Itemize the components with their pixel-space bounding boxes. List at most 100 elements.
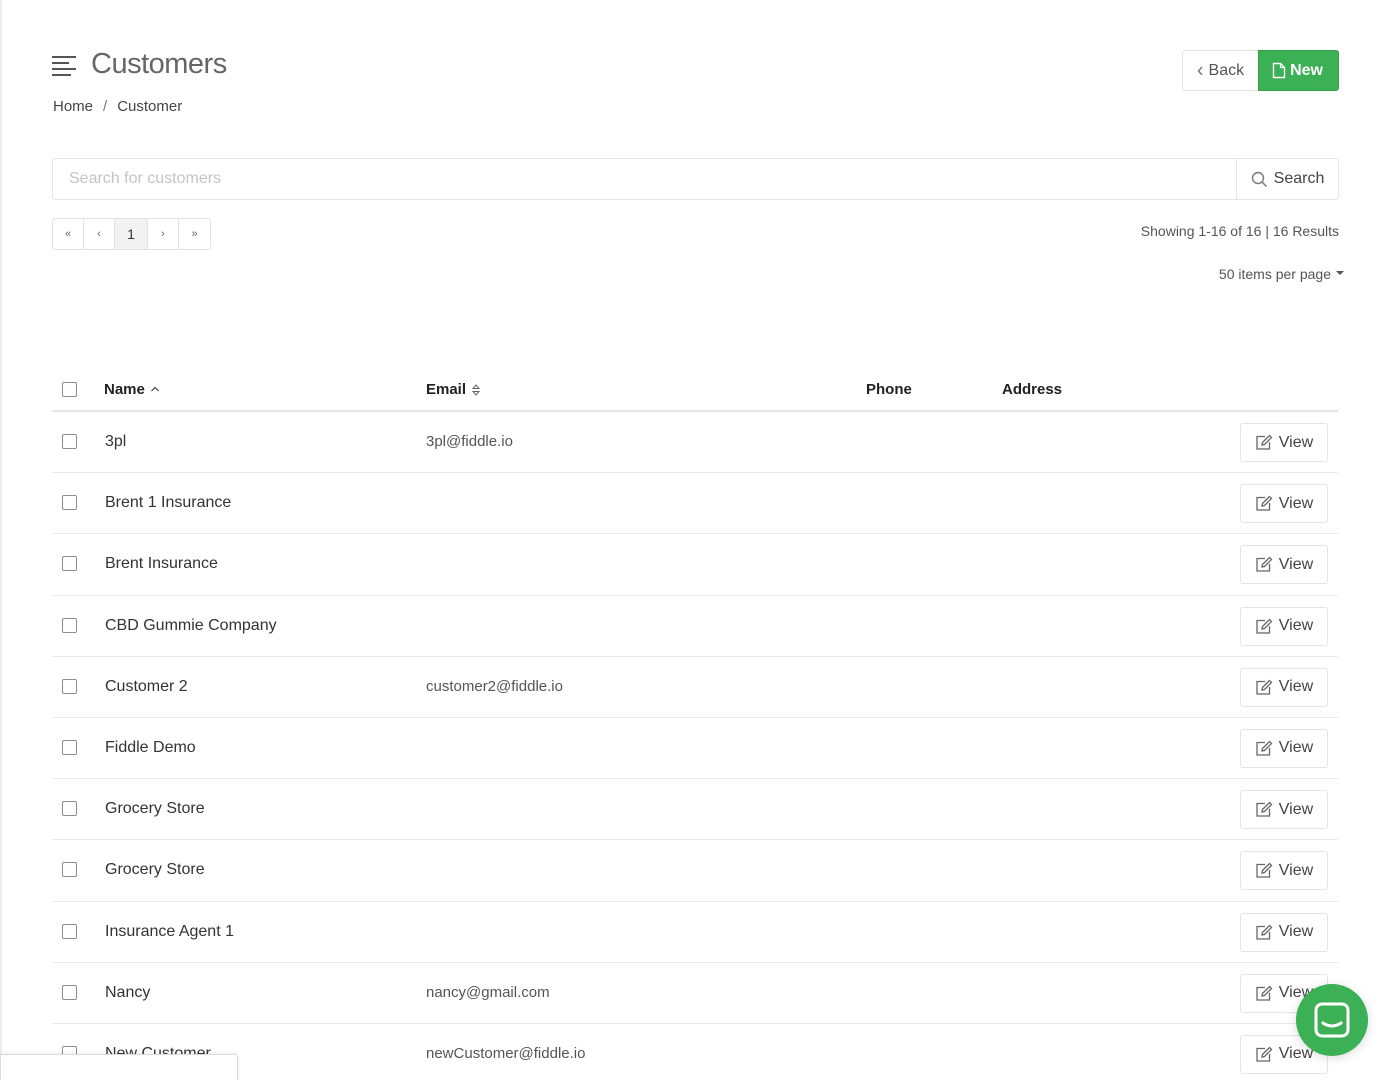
search-input[interactable] xyxy=(53,159,1236,199)
edit-icon xyxy=(1256,434,1273,450)
column-header-address: Address xyxy=(1002,381,1062,398)
prev-page-button[interactable]: ‹ xyxy=(84,219,115,249)
new-button-label: New xyxy=(1290,61,1323,79)
new-button[interactable]: New xyxy=(1258,50,1339,91)
view-button[interactable]: View xyxy=(1240,912,1328,952)
table-row: Nancy nancy@gmail.com View xyxy=(52,963,1338,1024)
table-row: Customer 2 customer2@fiddle.io View xyxy=(52,657,1338,718)
column-header-email[interactable]: Email xyxy=(426,381,481,398)
row-checkbox[interactable] xyxy=(62,434,77,449)
breadcrumb-current: Customer xyxy=(117,98,183,115)
search-bar: Search xyxy=(52,158,1339,200)
view-button-label: View xyxy=(1278,800,1314,818)
view-button[interactable]: View xyxy=(1240,851,1328,891)
view-button-label: View xyxy=(1278,617,1314,635)
breadcrumb: Home / Customer xyxy=(53,98,182,115)
view-button-label: View xyxy=(1278,923,1314,940)
items-per-page-label: 50 items per page xyxy=(1218,266,1331,282)
chevron-left-icon xyxy=(1197,66,1203,75)
table-row: CBD Gummie Company View xyxy=(52,596,1338,657)
customer-email: customer2@fiddle.io xyxy=(426,677,563,695)
edit-icon xyxy=(1256,924,1273,940)
next-page-button[interactable]: › xyxy=(148,219,179,249)
row-checkbox[interactable] xyxy=(62,739,77,755)
chat-launcher-button[interactable] xyxy=(1296,984,1368,1056)
edit-icon xyxy=(1256,740,1273,756)
customer-name: Grocery Store xyxy=(105,861,205,879)
view-button[interactable]: View xyxy=(1240,423,1328,462)
top-actions: Back New xyxy=(1181,50,1339,91)
column-email-label: Email xyxy=(426,381,467,398)
table-row: New CustomernewCustomer@fiddle.ioView xyxy=(52,1024,1338,1080)
table-body: 3pl 3pl@fiddle.io View Brent 1 Insurance Vie… xyxy=(52,412,1338,1080)
edit-icon xyxy=(1256,679,1273,695)
column-header-phone: Phone xyxy=(866,381,912,398)
view-button[interactable]: View xyxy=(1240,790,1328,830)
view-button-label: View xyxy=(1278,678,1314,696)
customer-name: Fiddle Demo xyxy=(105,738,196,756)
customer-name: Grocery Store xyxy=(105,800,205,818)
row-checkbox[interactable] xyxy=(62,923,77,939)
customer-email: newCustomer@fiddle.io xyxy=(426,1044,586,1062)
table-row: Brent 1 Insurance View xyxy=(52,473,1338,535)
customer-email: 3pl@fiddle.io xyxy=(426,433,513,450)
customer-name: 3pl xyxy=(105,433,127,450)
view-button-label: View xyxy=(1278,494,1314,512)
row-checkbox[interactable] xyxy=(62,801,77,817)
edit-icon xyxy=(1256,801,1273,817)
view-button-label: View xyxy=(1278,861,1314,879)
current-page-button[interactable]: 1 xyxy=(115,219,148,249)
row-checkbox[interactable] xyxy=(62,678,77,694)
search-button[interactable]: Search xyxy=(1236,159,1338,199)
left-edge-divider xyxy=(0,0,2,1080)
select-all-checkbox[interactable] xyxy=(62,382,77,397)
column-address-label: Address xyxy=(1002,381,1063,398)
edit-icon xyxy=(1256,985,1273,1001)
first-page-button[interactable]: « xyxy=(53,219,84,249)
edit-icon xyxy=(1256,862,1273,878)
column-name-label: Name xyxy=(104,381,145,398)
last-page-button[interactable]: » xyxy=(179,219,210,249)
table-row: Brent Insurance View xyxy=(52,534,1338,596)
pagination: « ‹ 1 › » xyxy=(52,218,211,250)
row-checkbox[interactable] xyxy=(62,495,77,511)
customer-name: Insurance Agent 1 xyxy=(105,922,234,940)
customer-name: Brent Insurance xyxy=(105,555,218,573)
back-button[interactable]: Back xyxy=(1181,50,1259,91)
hamburger-menu-icon[interactable] xyxy=(52,54,78,76)
column-phone-label: Phone xyxy=(866,381,912,398)
breadcrumb-home-link[interactable]: Home xyxy=(53,98,93,115)
edit-icon xyxy=(1256,556,1273,573)
column-header-name[interactable]: Name xyxy=(104,381,160,398)
search-button-label: Search xyxy=(1273,170,1325,187)
caret-down-icon xyxy=(1336,271,1344,275)
customer-name: Customer 2 xyxy=(105,677,188,695)
view-button-label: View xyxy=(1278,555,1314,573)
row-checkbox[interactable] xyxy=(62,556,77,572)
customer-email: nancy@gmail.com xyxy=(426,983,550,1001)
bottom-popup-panel[interactable] xyxy=(0,1054,238,1080)
edit-icon xyxy=(1256,618,1273,634)
view-button[interactable]: View xyxy=(1240,606,1328,646)
table-row: 3pl 3pl@fiddle.io View xyxy=(52,412,1338,474)
row-checkbox[interactable] xyxy=(62,617,77,633)
sort-icon xyxy=(471,383,481,396)
row-checkbox[interactable] xyxy=(62,862,77,878)
page-header: Customers xyxy=(52,48,227,81)
page-title: Customers xyxy=(91,48,227,80)
view-button[interactable]: View xyxy=(1240,484,1328,524)
view-button-label: View xyxy=(1278,433,1314,451)
edit-icon xyxy=(1256,1046,1273,1062)
view-button[interactable]: View xyxy=(1240,667,1328,707)
search-icon xyxy=(1251,171,1267,187)
row-checkbox[interactable] xyxy=(62,984,77,1000)
results-summary: Showing 1-16 of 16 | 16 Results xyxy=(1140,223,1339,239)
customer-name: Brent 1 Insurance xyxy=(105,494,232,512)
view-button[interactable]: View xyxy=(1240,545,1328,585)
breadcrumb-separator: / xyxy=(103,98,108,115)
items-per-page-dropdown[interactable]: 50 items per page xyxy=(1219,266,1344,282)
table-row: Grocery Store View xyxy=(52,840,1338,902)
view-button[interactable]: View xyxy=(1240,728,1328,768)
view-button-label: View xyxy=(1278,1045,1314,1063)
view-button-label: View xyxy=(1278,739,1314,757)
